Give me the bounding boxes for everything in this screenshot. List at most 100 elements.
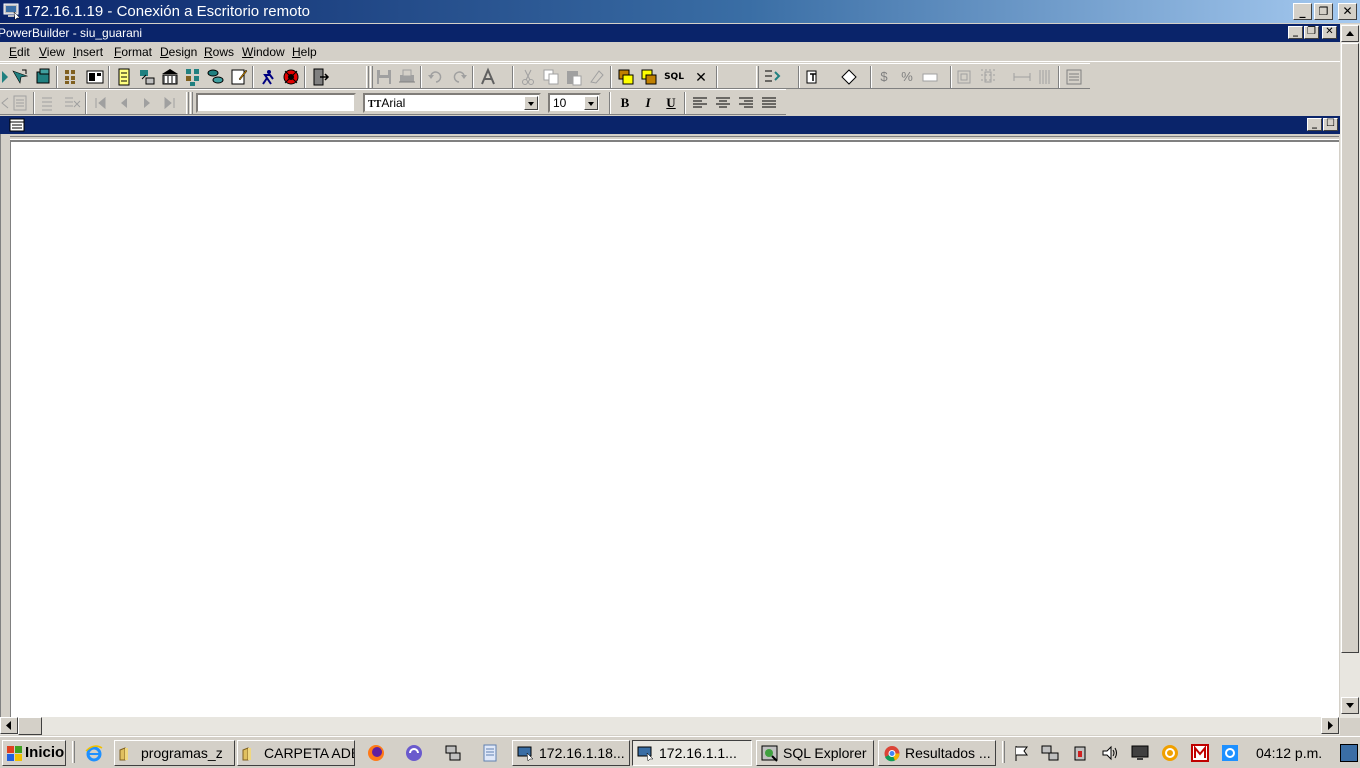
text-object-icon[interactable] (804, 67, 824, 87)
properties-icon[interactable] (1064, 67, 1084, 87)
menu-help[interactable]: Help (292, 45, 317, 59)
cut-icon[interactable] (518, 67, 538, 87)
query-tool-icon[interactable] (137, 67, 157, 87)
bold-button[interactable]: B (615, 93, 635, 113)
toolbar-grip[interactable] (756, 66, 759, 88)
sync-icon[interactable] (1220, 743, 1240, 763)
network-tool-icon[interactable] (443, 743, 463, 763)
first-icon[interactable] (90, 93, 110, 113)
border-icon[interactable] (954, 67, 974, 87)
space-icon[interactable] (1012, 67, 1032, 87)
task-programas-z[interactable]: programas_z (114, 740, 235, 766)
scroll-down-button[interactable] (1341, 697, 1359, 714)
browser-icon[interactable] (404, 743, 424, 763)
toolbar-grip[interactable] (186, 92, 189, 114)
italic-button[interactable]: I (638, 93, 658, 113)
undo-icon[interactable] (426, 67, 446, 87)
tab-order-icon[interactable] (762, 67, 782, 87)
close-painter-button[interactable]: ✕ (691, 67, 711, 87)
font-size-dropdown-button[interactable] (584, 96, 598, 110)
painter-window-title-bar[interactable]: _ ☐ (0, 116, 1340, 134)
pointer-tool-icon[interactable] (10, 67, 30, 87)
shape-object-icon[interactable] (839, 67, 859, 87)
bring-to-front-icon[interactable] (616, 67, 636, 87)
pb-close-button[interactable]: ✕ (1322, 26, 1337, 39)
copy-icon[interactable] (541, 67, 561, 87)
print-icon[interactable] (397, 67, 417, 87)
power-icon[interactable] (1070, 743, 1090, 763)
clear-icon[interactable] (587, 67, 607, 87)
pb-restore-button[interactable]: ❐ (1304, 26, 1319, 39)
append-row-icon[interactable] (38, 93, 58, 113)
justify-icon[interactable] (759, 93, 779, 113)
redo-icon[interactable] (449, 67, 469, 87)
task-resultados[interactable]: Resultados ... (878, 740, 996, 766)
close-button[interactable]: ✕ (1338, 3, 1357, 20)
size-icon[interactable] (1035, 67, 1055, 87)
font-name-select[interactable]: TTArial (363, 93, 541, 113)
prior-record-icon[interactable] (114, 93, 134, 113)
menu-edit[interactable]: Edit (9, 45, 30, 59)
minimize-button[interactable]: _ (1293, 3, 1312, 20)
vertical-scroll-thumb[interactable] (1341, 43, 1359, 653)
rdp-title-bar[interactable]: 172.16.1.19 - Conexión a Escritorio remo… (0, 0, 1360, 23)
task-remote-18[interactable]: 172.16.1.18... (512, 740, 630, 766)
scroll-left-button[interactable] (0, 717, 18, 734)
align-icon[interactable] (978, 67, 998, 87)
restore-button[interactable]: ❐ (1314, 3, 1333, 20)
report-tool-icon[interactable] (114, 67, 134, 87)
antivirus-icon[interactable] (1190, 743, 1210, 763)
menu-rows[interactable]: Rows (204, 45, 234, 59)
text-field[interactable] (196, 93, 356, 113)
insert-row-icon[interactable] (10, 93, 30, 113)
task-sql-explorer[interactable]: SQL Explorer (756, 740, 874, 766)
task-remote-19[interactable]: 172.16.1.1... (632, 740, 752, 766)
vertical-scrollbar[interactable] (1340, 24, 1360, 718)
currency-format-button[interactable]: $ (874, 67, 894, 87)
flag-icon[interactable] (1012, 743, 1032, 763)
background-color-icon[interactable] (920, 67, 940, 87)
last-icon[interactable] (160, 93, 180, 113)
font-name-dropdown-button[interactable] (524, 96, 538, 110)
edit-script-icon[interactable] (229, 67, 249, 87)
task-carpeta-adb[interactable]: CARPETA ADB (237, 740, 355, 766)
toolbar-grip[interactable] (190, 92, 193, 114)
align-right-icon[interactable] (736, 93, 756, 113)
percent-format-button[interactable]: % (897, 67, 917, 87)
exit-icon[interactable] (310, 67, 330, 87)
menu-design[interactable]: Design (160, 45, 197, 59)
datawindow-tool-icon[interactable] (85, 67, 105, 87)
underline-button[interactable]: U (661, 93, 681, 113)
send-to-back-icon[interactable] (639, 67, 659, 87)
scroll-right-button[interactable] (1321, 717, 1339, 734)
font-size-select[interactable]: 10 (548, 93, 601, 113)
notepad-icon[interactable] (480, 743, 500, 763)
grid-tool-icon[interactable] (62, 67, 82, 87)
start-button[interactable]: Inicio (2, 740, 66, 766)
menu-insert[interactable]: Insert (73, 45, 103, 59)
display-icon[interactable] (1130, 743, 1150, 763)
debug-icon[interactable] (281, 67, 301, 87)
painter-minimize-button[interactable]: _ (1307, 118, 1322, 131)
pb-title-bar[interactable]: PowerBuilder - siu_guarani _ ❐ ✕ (0, 24, 1340, 42)
horizontal-scroll-thumb[interactable] (18, 717, 42, 735)
next-record-icon[interactable] (137, 93, 157, 113)
menu-view[interactable]: View (39, 45, 65, 59)
run-icon[interactable] (258, 67, 278, 87)
database-tool-icon[interactable] (160, 67, 180, 87)
firefox-icon[interactable] (366, 743, 386, 763)
align-center-icon[interactable] (713, 93, 733, 113)
pb-minimize-button[interactable]: _ (1288, 26, 1303, 39)
clock[interactable]: 04:12 p.m. (1256, 745, 1322, 761)
pipeline-tool-icon[interactable] (206, 67, 226, 87)
menu-window[interactable]: Window (242, 45, 285, 59)
show-desktop-button[interactable] (1340, 744, 1358, 762)
components-tool-icon[interactable] (183, 67, 203, 87)
save-icon[interactable] (374, 67, 394, 87)
design-canvas[interactable] (10, 140, 1339, 717)
network-icon[interactable] (1040, 743, 1060, 763)
update-icon[interactable] (1160, 743, 1180, 763)
library-tool-icon[interactable] (33, 67, 53, 87)
delete-row-icon[interactable] (62, 93, 82, 113)
internet-explorer-icon[interactable] (84, 743, 104, 763)
